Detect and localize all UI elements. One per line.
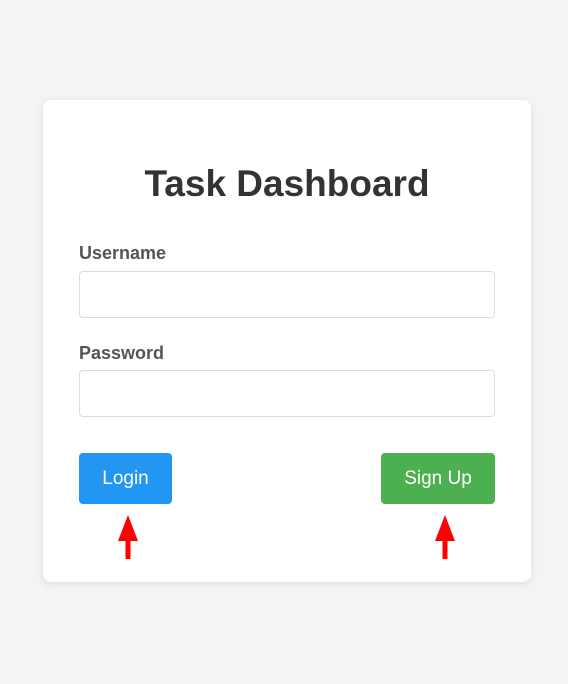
up-arrow-icon: [118, 515, 138, 559]
login-card: Task Dashboard Username Password Login S…: [43, 100, 531, 582]
signup-button[interactable]: Sign Up: [381, 453, 495, 504]
username-input[interactable]: [79, 271, 495, 318]
page: Task Dashboard Username Password Login S…: [0, 0, 568, 684]
page-title: Task Dashboard: [144, 163, 430, 204]
password-input[interactable]: [79, 370, 495, 417]
username-label: Username: [79, 243, 167, 263]
password-label: Password: [79, 343, 165, 363]
login-button[interactable]: Login: [79, 453, 172, 504]
up-arrow-icon: [435, 515, 455, 559]
